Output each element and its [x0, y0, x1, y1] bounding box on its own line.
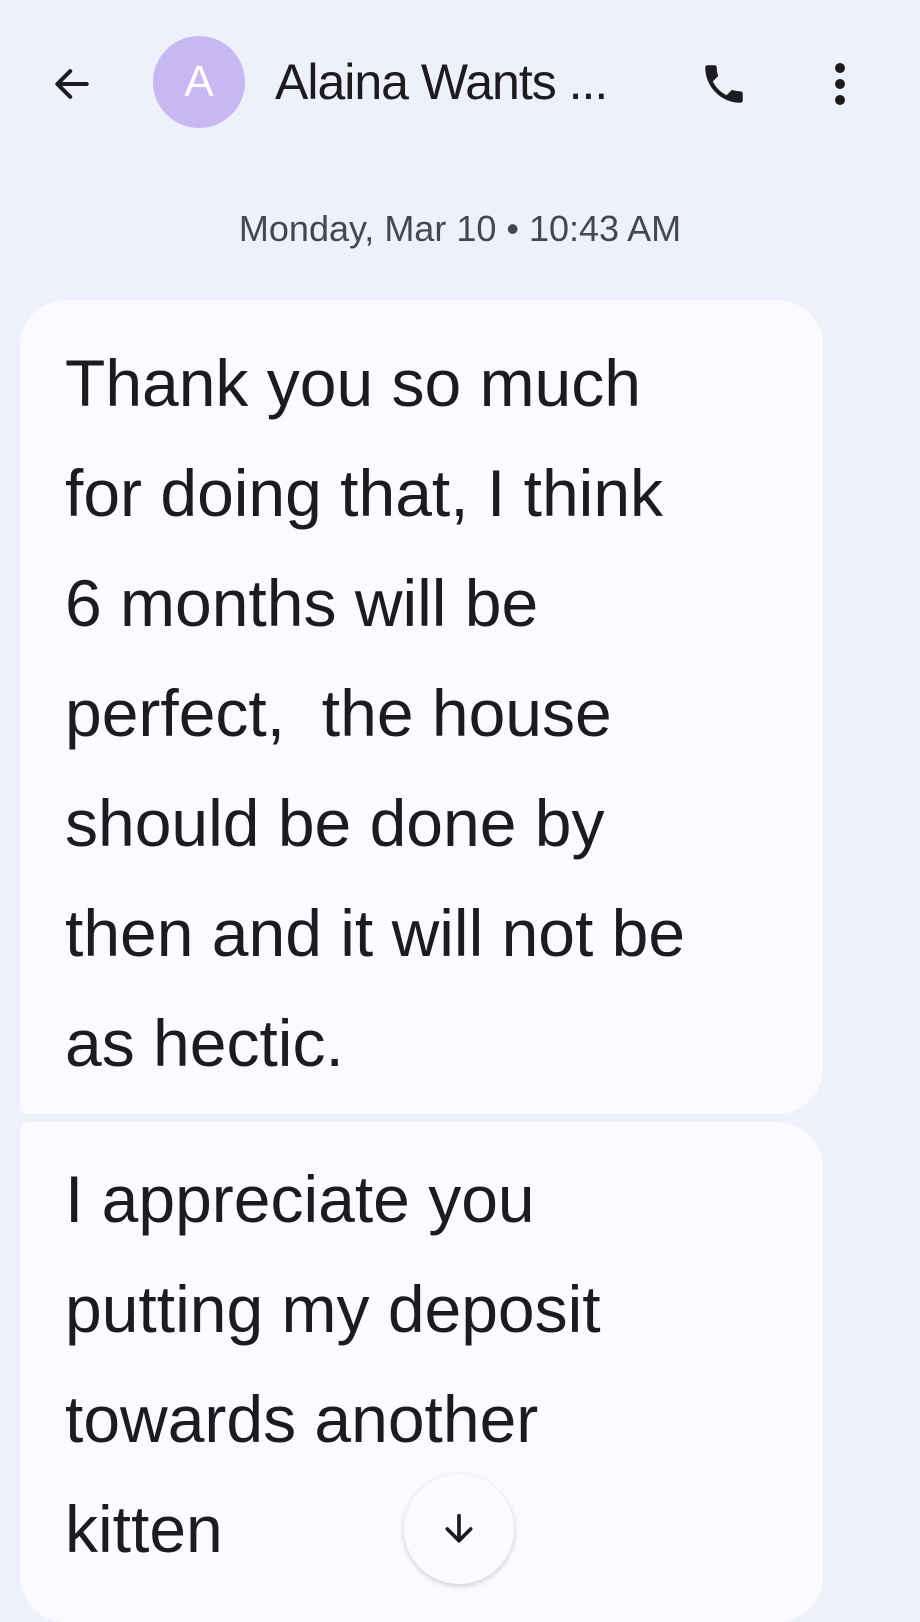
top-app-bar: A Alaina Wants ...: [0, 0, 920, 160]
conversation-title[interactable]: Alaina Wants ...: [275, 52, 655, 112]
message-text: Thank you so much for doing that, I thin…: [65, 346, 686, 1080]
more-options-button[interactable]: [812, 52, 868, 116]
arrow-down-icon: [445, 1513, 473, 1543]
more-vertical-icon: [835, 63, 845, 105]
contact-avatar[interactable]: A: [153, 36, 245, 128]
scroll-to-bottom-button[interactable]: [404, 1474, 514, 1584]
back-button[interactable]: [44, 56, 100, 112]
arrow-left-icon: [55, 69, 89, 99]
avatar-letter: A: [184, 57, 214, 106]
message-timestamp: Monday, Mar 10 • 10:43 AM: [238, 208, 682, 249]
message-bubble[interactable]: Thank you so much for doing that, I thin…: [20, 300, 823, 1114]
call-button[interactable]: [692, 52, 756, 116]
phone-icon: [705, 65, 743, 103]
